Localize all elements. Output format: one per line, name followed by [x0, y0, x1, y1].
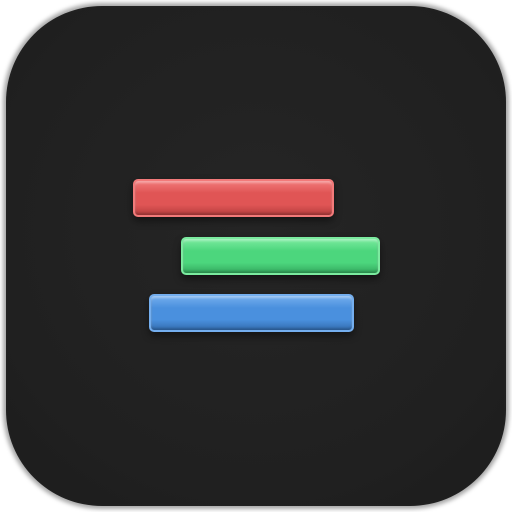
app-icon[interactable]: [6, 6, 506, 506]
icon-canvas: [0, 0, 512, 512]
blue-bar: [149, 294, 354, 332]
red-bar: [133, 179, 334, 217]
green-bar: [181, 237, 380, 275]
